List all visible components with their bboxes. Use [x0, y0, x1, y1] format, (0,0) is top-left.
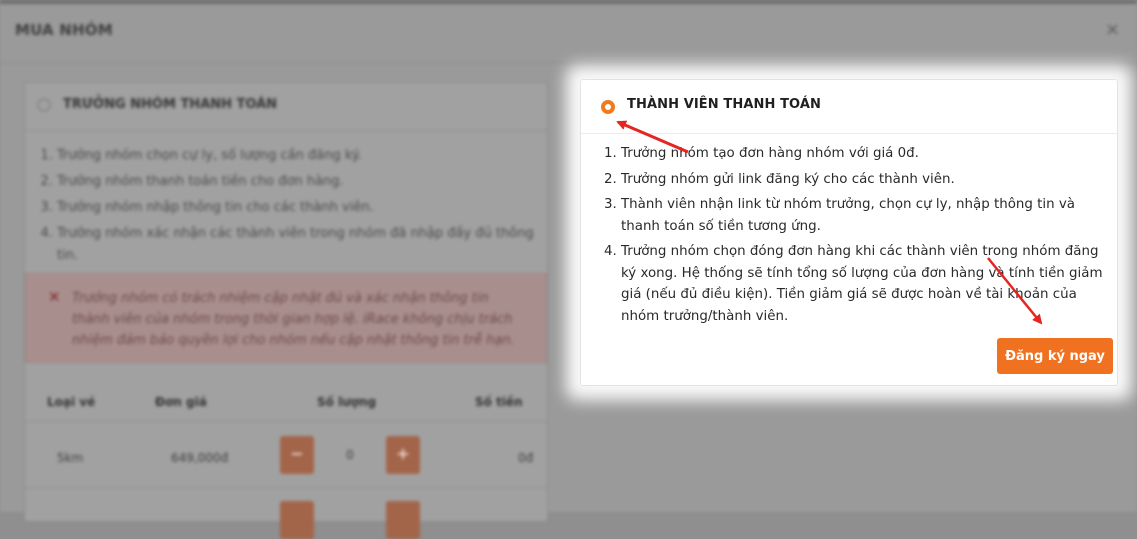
- leader-steps-list: Trưởng nhóm chọn cự ly, số lượng cần đăn…: [39, 145, 547, 271]
- decrease-quantity-button[interactable]: [280, 501, 314, 539]
- table-header-unit-price: Đơn giá: [155, 395, 207, 409]
- list-item: Trưởng nhóm gửi link đăng ký cho các thà…: [621, 169, 1117, 191]
- leader-payment-title: TRƯỞNG NHÓM THANH TOÁN: [63, 97, 278, 112]
- list-item: Trưởng nhóm tạo đơn hàng nhóm với giá 0đ…: [621, 143, 1117, 165]
- list-item: Thành viên nhận link từ nhóm trưởng, chọ…: [621, 194, 1117, 237]
- table-header-amount: Số tiền: [475, 395, 523, 409]
- increase-quantity-button[interactable]: +: [386, 436, 420, 474]
- member-payment-radio-selected[interactable]: [601, 100, 615, 114]
- divider: [25, 130, 547, 131]
- leader-payment-option[interactable]: TRƯỞNG NHÓM THANH TOÁN Trưởng nhóm chọn …: [24, 82, 548, 539]
- list-item: Trưởng nhóm thanh toán tiền cho đơn hàng…: [57, 171, 547, 193]
- member-payment-title: THÀNH VIÊN THANH TOÁN: [627, 97, 821, 112]
- register-now-button[interactable]: Đăng ký ngay: [997, 338, 1113, 374]
- decrease-quantity-button[interactable]: −: [280, 436, 314, 474]
- list-item: Trưởng nhóm nhập thông tin cho các thành…: [57, 197, 547, 219]
- close-x-icon: ✕: [48, 288, 61, 306]
- amount-cell: 0đ: [518, 451, 534, 465]
- divider: [581, 133, 1117, 134]
- ticket-type-cell: 5km: [57, 451, 84, 465]
- table-header-quantity: Số lượng: [317, 395, 377, 409]
- leader-payment-radio[interactable]: [37, 98, 51, 112]
- warning-alert: ✕ Trưởng nhóm có trách nhiệm cập nhật đủ…: [25, 273, 547, 363]
- divider: [25, 421, 547, 422]
- member-steps-list: Trưởng nhóm tạo đơn hàng nhóm với giá 0đ…: [603, 143, 1117, 331]
- modal-title: MUA NHÓM: [15, 21, 113, 39]
- list-item: Trưởng nhóm chọn đóng đơn hàng khi các t…: [621, 241, 1117, 327]
- divider: [25, 487, 547, 488]
- list-item: Trưởng nhóm xác nhận các thành viên tron…: [57, 223, 547, 267]
- close-icon[interactable]: ×: [1105, 19, 1120, 40]
- page-top-strip: [0, 0, 1137, 4]
- warning-alert-text: Trưởng nhóm có trách nhiệm cập nhật đủ v…: [72, 291, 515, 348]
- increase-quantity-button[interactable]: [386, 501, 420, 539]
- list-item: Trưởng nhóm chọn cự ly, số lượng cần đăn…: [57, 145, 547, 167]
- unit-price-cell: 649,000đ: [171, 451, 229, 465]
- quantity-value[interactable]: 0: [317, 436, 383, 474]
- table-header-ticket-type: Loại vé: [47, 395, 96, 409]
- member-payment-option[interactable]: THÀNH VIÊN THANH TOÁN Trưởng nhóm tạo đơ…: [580, 79, 1118, 386]
- modal-header-divider: [0, 62, 1137, 63]
